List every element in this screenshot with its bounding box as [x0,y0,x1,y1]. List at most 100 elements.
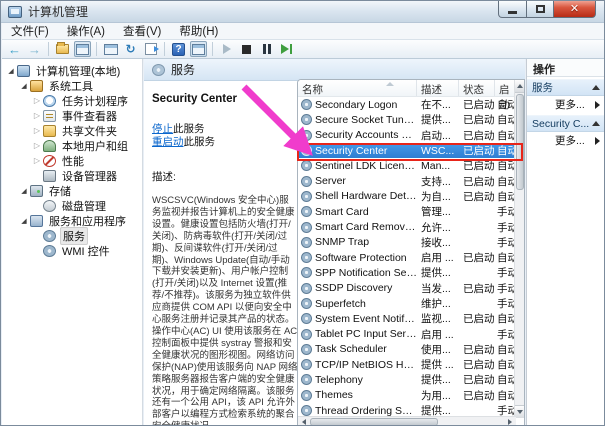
tree-expander-icon[interactable] [31,127,43,135]
scroll-left-button[interactable] [298,417,310,426]
service-startup-cell: 自动 [495,112,516,127]
service-row[interactable]: Telephony提供...已启动自动 [298,372,516,387]
properties-button[interactable] [102,41,119,57]
service-row[interactable]: Shell Hardware Detection为自...已启动自动 [298,189,516,204]
column-header-description[interactable]: 描述 [417,80,459,96]
sidebar-item[interactable]: 共享文件夹 [2,123,142,138]
back-button[interactable]: ← [6,41,23,57]
service-row[interactable]: Server支持...已启动自动 [298,173,516,188]
scroll-down-button[interactable] [515,405,525,418]
more-actions-security-center[interactable]: 更多... [527,132,605,149]
tree-expander-icon[interactable] [18,217,30,225]
services-apps-icon [30,215,43,227]
sidebar-item[interactable]: 服务和应用程序 [2,213,142,228]
column-header-startup[interactable]: 启动 [495,80,516,96]
vertical-scrollbar[interactable] [514,80,524,418]
sidebar-item[interactable]: 服务 [2,228,142,243]
restart-service-button[interactable] [278,41,295,57]
service-row[interactable]: Tablet PC Input Service启用 ...手动 [298,326,516,341]
column-header-name[interactable]: 名称 [298,80,417,96]
service-row[interactable]: SNMP Trap接收...手动 [298,235,516,250]
stop-service-button[interactable] [238,41,255,57]
column-header-status[interactable]: 状态 [459,80,495,96]
tree-expander-icon[interactable] [31,157,43,165]
collapse-section-icon[interactable] [592,85,600,90]
sidebar-item[interactable]: 存储 [2,183,142,198]
sidebar-item[interactable]: 性能 [2,153,142,168]
sidebar-item[interactable]: 设备管理器 [2,168,142,183]
service-row[interactable]: Security Accounts Mana...启动...已启动自动 [298,128,516,143]
sidebar-item[interactable]: 事件查看器 [2,108,142,123]
computer-management-window: 计算机管理 ✕ 文件(F)操作(A)查看(V)帮助(H) ← → ↻ ? 计算机… [0,0,605,426]
service-row[interactable]: Sentinel LDK License Ma...Man...已启动自动 [298,158,516,173]
menu-item[interactable]: 操作(A) [58,22,114,40]
forward-button[interactable]: → [26,41,43,57]
tree-expander-icon[interactable] [18,187,30,195]
more-actions-services[interactable]: 更多... [527,96,605,113]
tree-expander-icon[interactable] [18,82,30,90]
service-description-cell: Man... [417,160,459,172]
service-name: Shell Hardware Detection [315,190,417,202]
show-hide-action-pane-button[interactable] [190,41,207,57]
sidebar-item[interactable]: WMI 控件 [2,243,142,258]
service-gear-icon [301,283,312,294]
service-row[interactable]: Smart Card Removal Po...允许...手动 [298,219,516,234]
service-row[interactable]: Secure Socket Tunnelin...提供...已启动自动 [298,112,516,127]
service-row[interactable]: System Event Notificatio...监视...已启动自动 [298,311,516,326]
horizontal-scrollbar-thumb[interactable] [310,418,438,426]
restart-service-link[interactable]: 重启动 [152,136,184,148]
sidebar-item[interactable]: 本地用户和组 [2,138,142,153]
close-button[interactable]: ✕ [554,1,596,18]
sidebar-item[interactable]: 任务计划程序 [2,93,142,108]
stop-service-link[interactable]: 停止 [152,123,173,135]
tree-expander-icon[interactable] [31,142,43,150]
scroll-down-icon [517,410,523,414]
refresh-button[interactable]: ↻ [122,41,139,57]
tree-expander-icon[interactable] [31,112,43,120]
menu-item[interactable]: 文件(F) [2,22,58,40]
tree-expander-icon[interactable] [31,97,43,105]
service-row[interactable]: SPP Notification Service提供...手动 [298,265,516,280]
service-gear-icon [301,114,312,125]
service-status-cell: 已启动 [459,372,495,387]
menu-item[interactable]: 帮助(H) [170,22,227,40]
collapse-section-icon[interactable] [592,121,600,126]
sidebar-item[interactable]: 系统工具 [2,78,142,93]
vertical-scrollbar-thumb[interactable] [516,94,524,190]
service-row[interactable]: Secondary Logon在不...已启动自动 [298,97,516,112]
service-startup-cell: 自动 [495,143,516,158]
service-row[interactable]: Task Scheduler使用...已启动自动 [298,342,516,357]
actions-section-services[interactable]: 服务 [527,79,605,96]
service-row[interactable]: TCP/IP NetBIOS Helper提供 ...已启动自动 [298,357,516,372]
service-startup-cell: 自动 [495,357,516,372]
service-gear-icon [301,313,312,324]
service-row[interactable]: Smart Card管理...手动 [298,204,516,219]
service-status-cell: 已启动 [459,281,495,296]
console-window-button[interactable] [74,41,91,57]
service-description-cell: 在不... [417,97,459,112]
help-button[interactable]: ? [170,41,187,57]
service-gear-icon [301,267,312,278]
service-row[interactable]: SSDP Discovery当发...已启动手动 [298,281,516,296]
scroll-up-button[interactable] [515,80,525,93]
maximize-button[interactable] [527,1,554,18]
tree-expander-icon[interactable] [5,67,17,75]
actions-section-security-center[interactable]: Security C... [527,115,605,132]
show-console-tree-button[interactable] [54,41,71,57]
service-row[interactable]: Security CenterWSC...已启动自动 [298,143,516,158]
menu-item[interactable]: 查看(V) [114,22,170,40]
scroll-right-button[interactable] [504,417,516,426]
minimize-button[interactable] [498,1,527,18]
export-list-button[interactable] [142,41,159,57]
pause-service-button[interactable] [258,41,275,57]
service-description-cell: 启用 ... [417,327,459,342]
close-icon: ✕ [570,4,579,15]
sidebar-item[interactable]: 磁盘管理 [2,198,142,213]
sidebar-item[interactable]: 计算机管理(本地) [2,63,142,78]
sidebar-tree: 计算机管理(本地)系统工具任务计划程序事件查看器共享文件夹本地用户和组性能设备管… [2,59,143,426]
service-row[interactable]: Software Protection启用 ...已启动自动 [298,250,516,265]
start-service-button[interactable] [218,41,235,57]
service-row[interactable]: Superfetch维护...手动 [298,296,516,311]
horizontal-scrollbar[interactable] [298,416,516,426]
service-row[interactable]: Themes为用...已启动自动 [298,388,516,403]
